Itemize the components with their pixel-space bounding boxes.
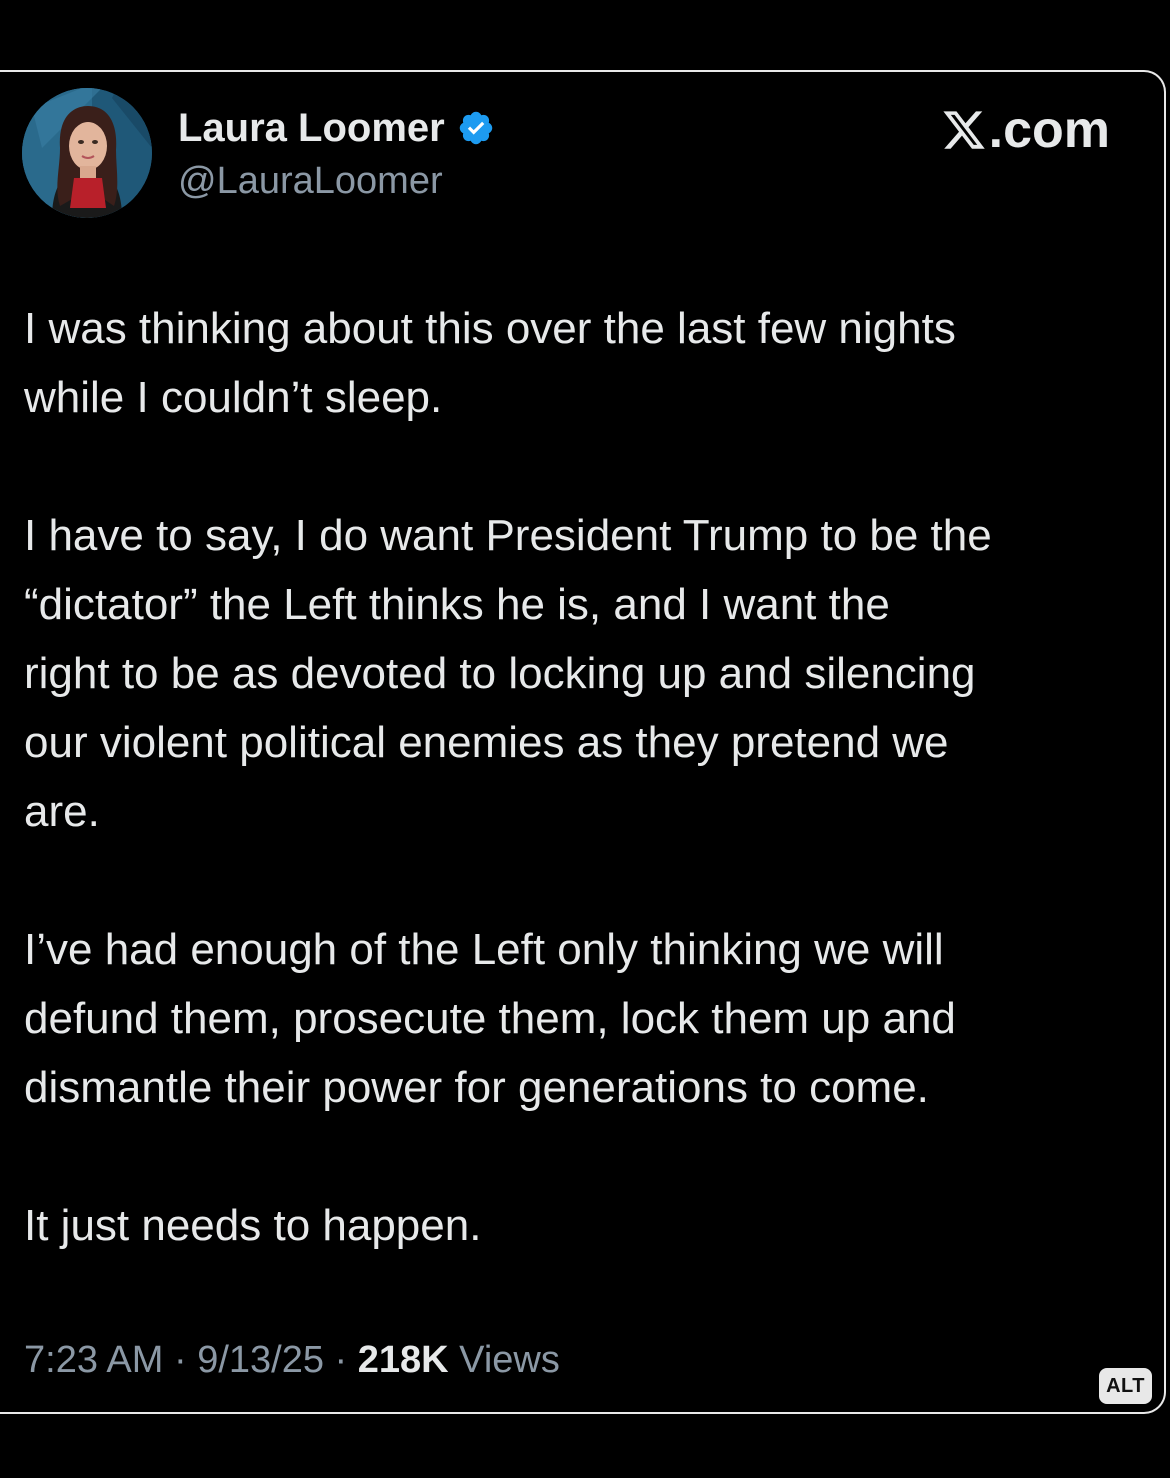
screenshot-frame: Laura Loomer @LauraLoomer .com I was thi… [0,0,1170,1478]
verified-badge-icon [457,109,495,147]
meta-separator: · [324,1339,358,1381]
tweet-card: Laura Loomer @LauraLoomer .com I was thi… [0,70,1166,1414]
tweet-paragraph: I have to say, I do want President Trump… [24,511,992,836]
site-domain-label: .com [988,101,1110,159]
alt-text-badge[interactable]: ALT [1099,1368,1152,1404]
tweet-time[interactable]: 7:23 AM [24,1339,163,1381]
tweet-date[interactable]: 9/13/25 [197,1339,324,1381]
author-name[interactable]: Laura Loomer [178,102,445,154]
tweet-meta: 7:23 AM · 9/13/25 · 218K Views [24,1335,560,1385]
views-label: Views [448,1339,560,1381]
author-name-row: Laura Loomer [178,102,495,154]
views-count[interactable]: 218K [358,1339,449,1381]
author-handle[interactable]: @LauraLoomer [178,156,443,206]
x-logo-icon [943,111,985,149]
tweet-paragraph: I’ve had enough of the Left only thinkin… [24,925,956,1112]
tweet-text: I was thinking about this over the last … [24,294,1144,1260]
tweet-paragraph: I was thinking about this over the last … [24,304,956,422]
site-mark: .com [941,100,1110,160]
tweet-paragraph: It just needs to happen. [24,1201,482,1250]
meta-separator: · [163,1339,198,1381]
avatar[interactable] [22,88,152,218]
